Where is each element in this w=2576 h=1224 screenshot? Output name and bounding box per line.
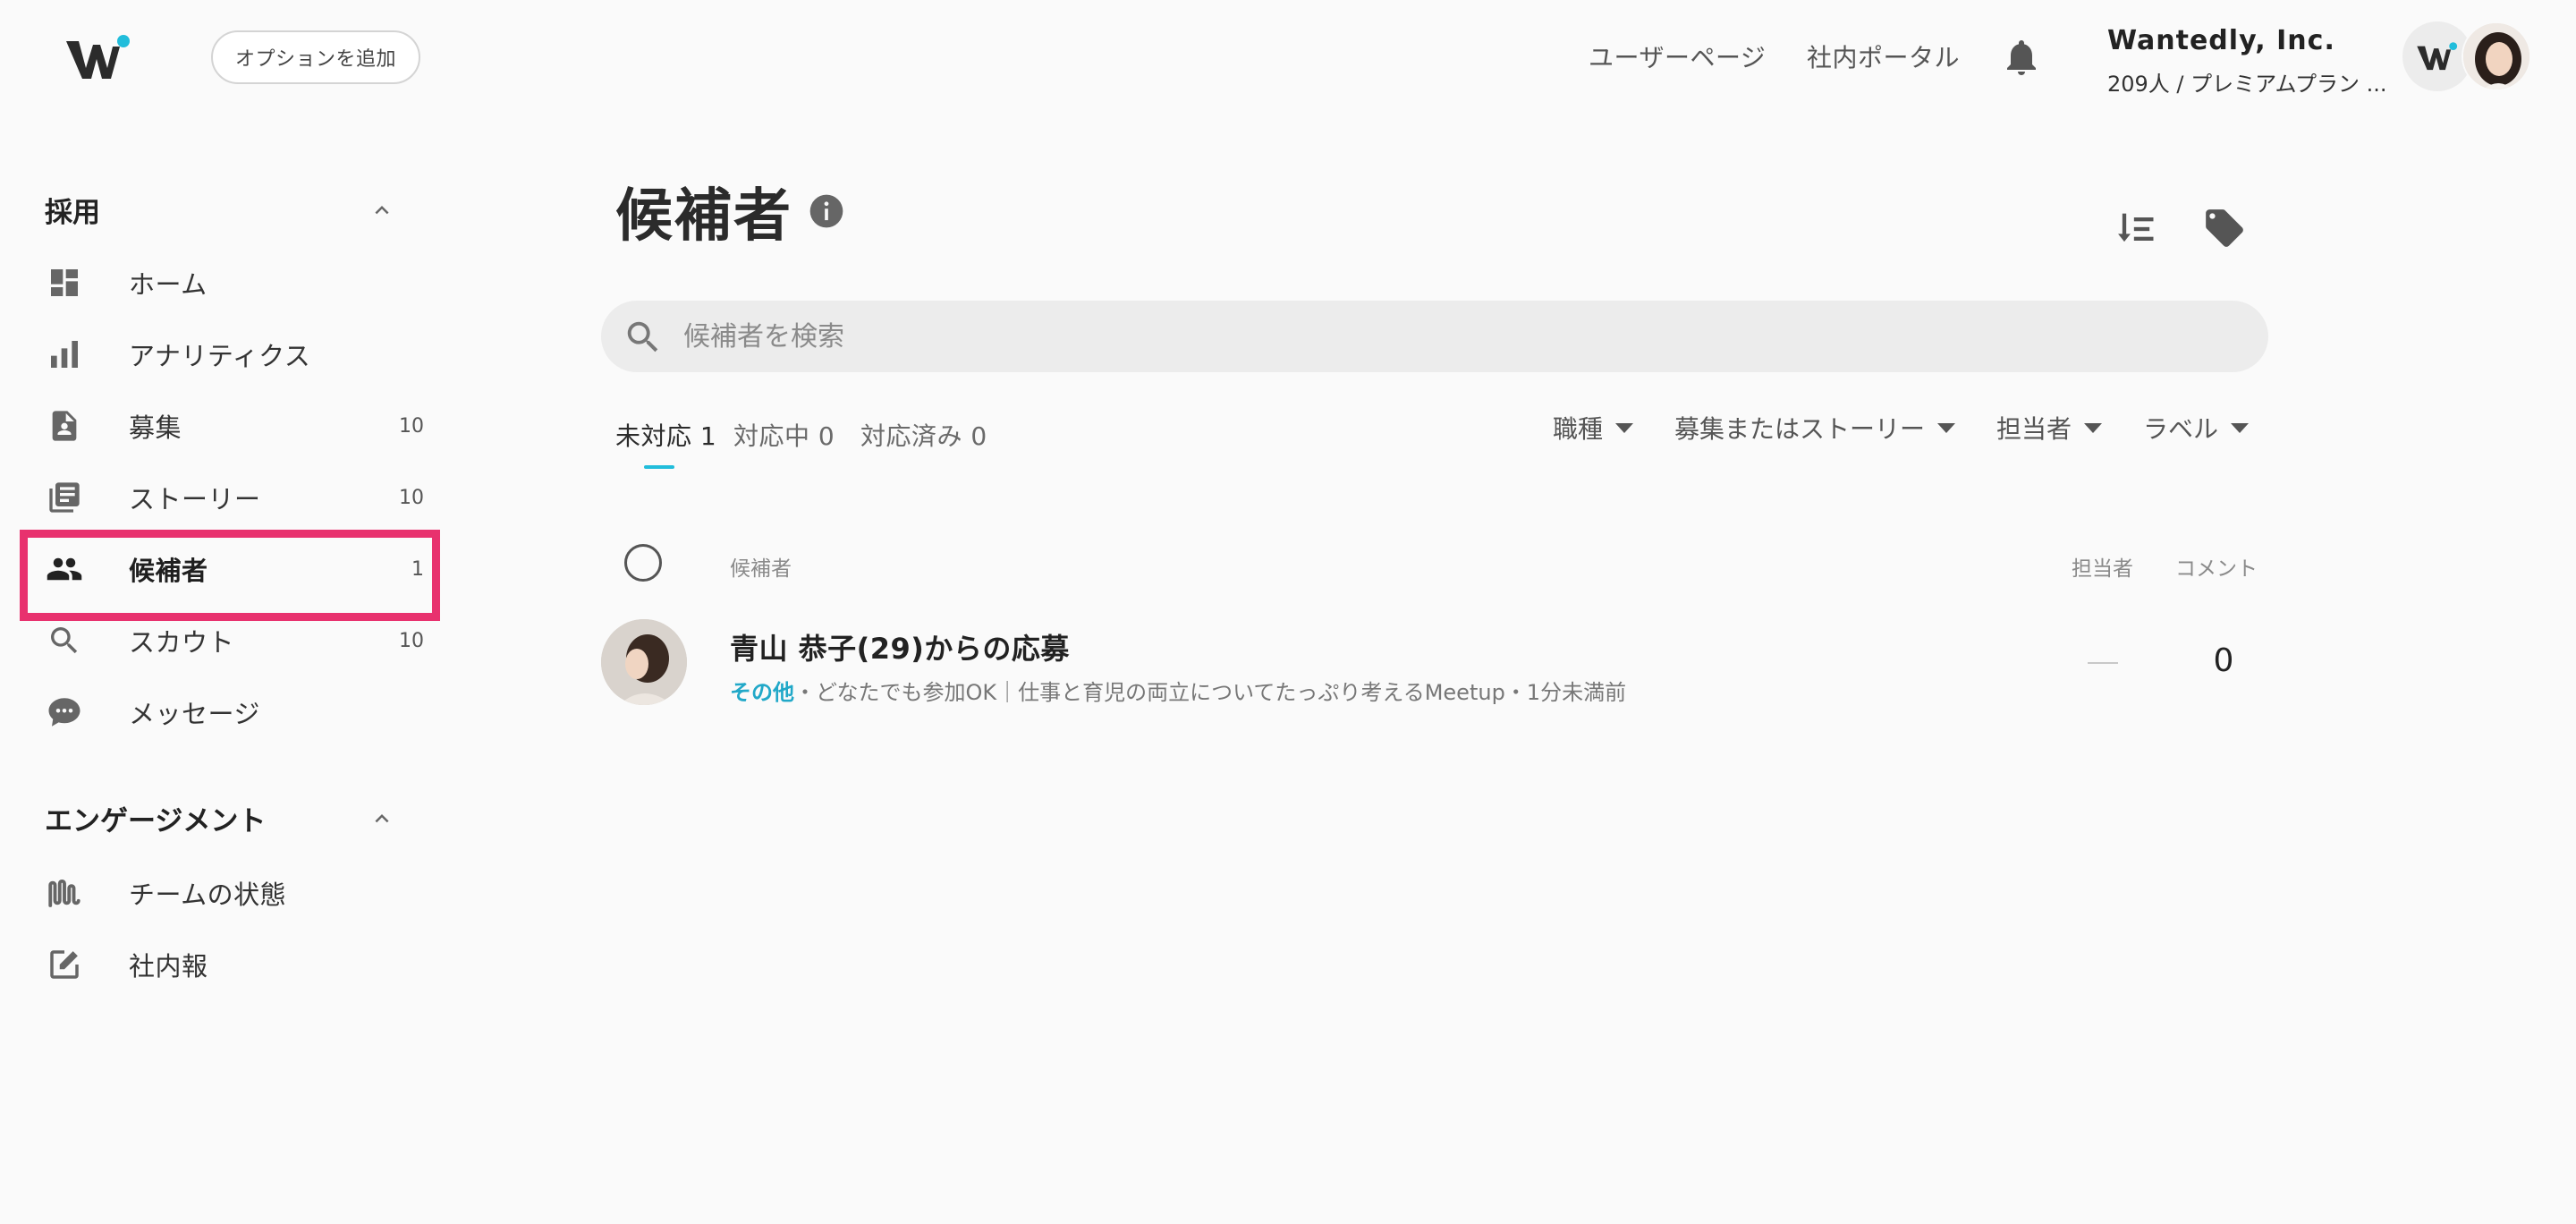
search-icon <box>623 317 664 358</box>
wave-icon <box>45 873 84 913</box>
tab-done[interactable]: 対応済み 0 <box>860 417 987 453</box>
user-page-link[interactable]: ユーザーページ <box>1589 36 1766 77</box>
sidebar-item-home[interactable]: ホーム <box>45 256 402 310</box>
wantedly-logo[interactable] <box>64 32 132 82</box>
engagement-section-title[interactable]: エンゲージメント <box>45 798 266 838</box>
chevron-up-icon[interactable] <box>369 805 395 832</box>
edit-icon <box>45 945 84 984</box>
candidate-comment-count: 0 <box>2213 642 2234 679</box>
column-header-assignee: 担当者 <box>2072 557 2133 581</box>
tab-unhandled[interactable]: 未対応 1 <box>615 417 716 453</box>
column-header-candidate: 候補者 <box>730 557 792 581</box>
filter-label: 募集またはストーリー <box>1674 414 1926 444</box>
sidebar-item-jobs[interactable]: 募集 10 <box>45 399 424 453</box>
candidate-name[interactable]: 青山 恭子(29)からの応募 <box>730 626 1070 667</box>
search-input[interactable] <box>683 310 2204 363</box>
sidebar-item-count: 10 <box>399 414 424 438</box>
sidebar-item-count: 10 <box>399 486 424 509</box>
candidate-category: その他 <box>730 680 794 705</box>
caret-down-icon <box>2084 422 2103 433</box>
search-icon <box>45 621 84 660</box>
filter-label: ラベル <box>2143 414 2219 444</box>
sidebar-item-label: アナリティクス <box>129 341 311 371</box>
sidebar-item-label: ホーム <box>129 269 208 300</box>
company-plan: 209人 / プレミアムプラン ... <box>2107 72 2387 97</box>
candidates-highlight <box>20 530 440 621</box>
caret-down-icon <box>1615 422 1634 433</box>
company-portal-link[interactable]: 社内ポータル <box>1807 36 1960 77</box>
sidebar-item-team-status[interactable]: チームの状態 <box>45 866 402 920</box>
job-post-icon <box>45 406 84 446</box>
filter-assignee[interactable]: 担当者 <box>1996 410 2103 446</box>
candidate-detail: ・どなたでも参加OK｜仕事と育児の両立についてたっぷり考えるMeetup・1分未… <box>794 680 1627 705</box>
recruit-section-title[interactable]: 採用 <box>45 190 100 230</box>
sidebar-item-messages[interactable]: メッセージ <box>45 685 402 739</box>
chevron-up-icon[interactable] <box>369 197 395 224</box>
page-title: 候補者 <box>615 183 792 250</box>
company-name[interactable]: Wantedly, Inc. <box>2107 25 2335 56</box>
sidebar-item-label: 社内報 <box>129 951 208 982</box>
sidebar-item-stories[interactable]: ストーリー 10 <box>45 471 424 524</box>
candidate-assignee-empty[interactable] <box>2088 662 2118 664</box>
sidebar-item-label: チームの状態 <box>129 880 287 910</box>
sidebar-item-count: 10 <box>399 629 424 652</box>
candidate-avatar[interactable] <box>601 619 687 705</box>
caret-down-icon <box>2231 422 2250 433</box>
column-header-comments: コメント <box>2175 557 2258 581</box>
candidate-search-bar[interactable] <box>601 301 2268 372</box>
add-option-button[interactable]: オプションを追加 <box>211 30 420 84</box>
sort-icon[interactable] <box>2113 206 2159 252</box>
sidebar-item-analytics[interactable]: アナリティクス <box>45 327 402 381</box>
bar-chart-icon <box>45 335 84 374</box>
caret-down-icon <box>1937 422 1956 433</box>
select-all-checkbox[interactable] <box>624 544 662 582</box>
filter-job-type[interactable]: 職種 <box>1553 410 1634 446</box>
sidebar-item-newsletter[interactable]: 社内報 <box>45 938 402 991</box>
filter-label-tag[interactable]: ラベル <box>2143 410 2250 446</box>
bell-icon[interactable] <box>2000 36 2043 79</box>
dashboard-icon <box>45 263 84 302</box>
user-avatar[interactable] <box>2462 21 2531 91</box>
sidebar-item-label: 募集 <box>129 412 182 443</box>
chat-icon <box>45 693 84 732</box>
active-tab-indicator <box>644 465 674 469</box>
sidebar-item-label: スカウト <box>129 627 235 658</box>
filter-label: 担当者 <box>1996 414 2072 444</box>
candidate-meta: その他・どなたでも参加OK｜仕事と育児の両立についてたっぷり考えるMeetup・… <box>730 675 1626 706</box>
tab-in-progress[interactable]: 対応中 0 <box>733 417 835 453</box>
tag-icon[interactable] <box>2202 206 2247 251</box>
filter-post-or-story[interactable]: 募集またはストーリー <box>1674 410 1956 446</box>
sidebar-item-scout[interactable]: スカウト 10 <box>45 614 424 667</box>
filter-label: 職種 <box>1553 414 1604 444</box>
sidebar-item-label: ストーリー <box>129 484 261 514</box>
story-icon <box>45 478 84 517</box>
info-icon[interactable] <box>807 191 846 231</box>
sidebar-item-label: メッセージ <box>129 699 260 729</box>
